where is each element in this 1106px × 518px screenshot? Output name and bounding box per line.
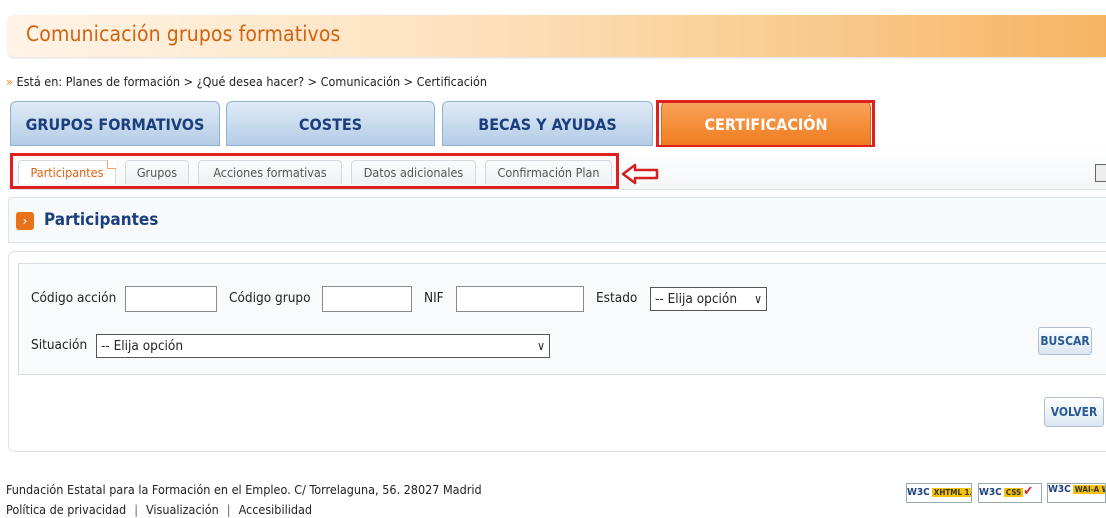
buscar-button[interactable]: BUSCAR — [1038, 327, 1092, 355]
tab-costes[interactable]: COSTES — [226, 101, 435, 146]
link-visualizacion[interactable]: Visualización — [146, 502, 219, 517]
footer-links: Política de privacidad | Visualización | Acc… — [6, 502, 312, 517]
footer-separator: | — [226, 502, 231, 517]
tab-grupos-formativos[interactable]: GRUPOS FORMATIVOS — [10, 101, 220, 146]
section-header — [8, 197, 1106, 243]
nif-input[interactable] — [456, 286, 584, 312]
print-icon[interactable] — [1095, 164, 1106, 182]
w3c-logo: W3C — [979, 487, 1002, 498]
w3c-wai-badge[interactable]: W3CWAI-A WCAG 2 — [1047, 483, 1106, 503]
footer-address: Fundación Estatal para la Formación en e… — [6, 482, 482, 497]
highlight-box-certificacion — [656, 100, 875, 148]
breadcrumb: » Está en: Planes de formación > ¿Qué de… — [6, 74, 487, 89]
badge-tag: XHTML 1.0 — [931, 487, 971, 497]
badge-tag: WAI-A WCAG 2 — [1072, 484, 1105, 494]
w3c-xhtml-badge[interactable]: W3CXHTML 1.0✔ — [906, 483, 972, 503]
breadcrumb-prefix: Está en: — [16, 74, 63, 89]
link-accesibilidad[interactable]: Accesibilidad — [239, 502, 312, 517]
situacion-select[interactable]: -- Elija opción ∨ — [96, 334, 550, 358]
search-form — [18, 263, 1106, 375]
w3c-css-badge[interactable]: W3C CSS ✔ — [978, 483, 1042, 503]
section-title: Participantes — [44, 210, 159, 230]
w3c-logo: W3C — [907, 487, 930, 498]
footer-separator: | — [134, 502, 138, 517]
volver-button[interactable]: VOLVER — [1044, 397, 1104, 427]
w3c-logo: W3C — [1048, 484, 1071, 495]
breadcrumb-arrow-icon: » — [6, 74, 13, 89]
link-privacidad[interactable]: Política de privacidad — [6, 502, 126, 517]
estado-select[interactable]: -- Elija opción ∨ — [650, 287, 767, 311]
situacion-label: Situación — [31, 337, 88, 353]
highlight-box-subtabs — [10, 153, 619, 189]
badge-tag: CSS — [1003, 487, 1024, 497]
page-title: Comunicación grupos formativos — [26, 22, 341, 46]
arrow-right-icon: › — [16, 212, 34, 230]
estado-select-value: -- Elija opción — [655, 291, 738, 307]
codigo-grupo-label: Código grupo — [229, 290, 311, 306]
codigo-accion-label: Código acción — [31, 290, 117, 306]
codigo-accion-input[interactable] — [125, 286, 217, 312]
check-icon: ✔ — [1023, 484, 1034, 499]
tab-becas-y-ayudas[interactable]: BECAS Y AYUDAS — [442, 101, 653, 146]
estado-label: Estado — [596, 290, 638, 306]
chevron-down-icon: ∨ — [537, 339, 545, 353]
breadcrumb-path[interactable]: Planes de formación > ¿Qué desea hacer? … — [66, 74, 487, 89]
red-arrow-left-icon — [621, 163, 659, 185]
nif-label: NIF — [424, 290, 444, 306]
codigo-grupo-input[interactable] — [322, 286, 412, 312]
situacion-select-value: -- Elija opción — [101, 338, 184, 354]
chevron-down-icon: ∨ — [754, 292, 762, 306]
